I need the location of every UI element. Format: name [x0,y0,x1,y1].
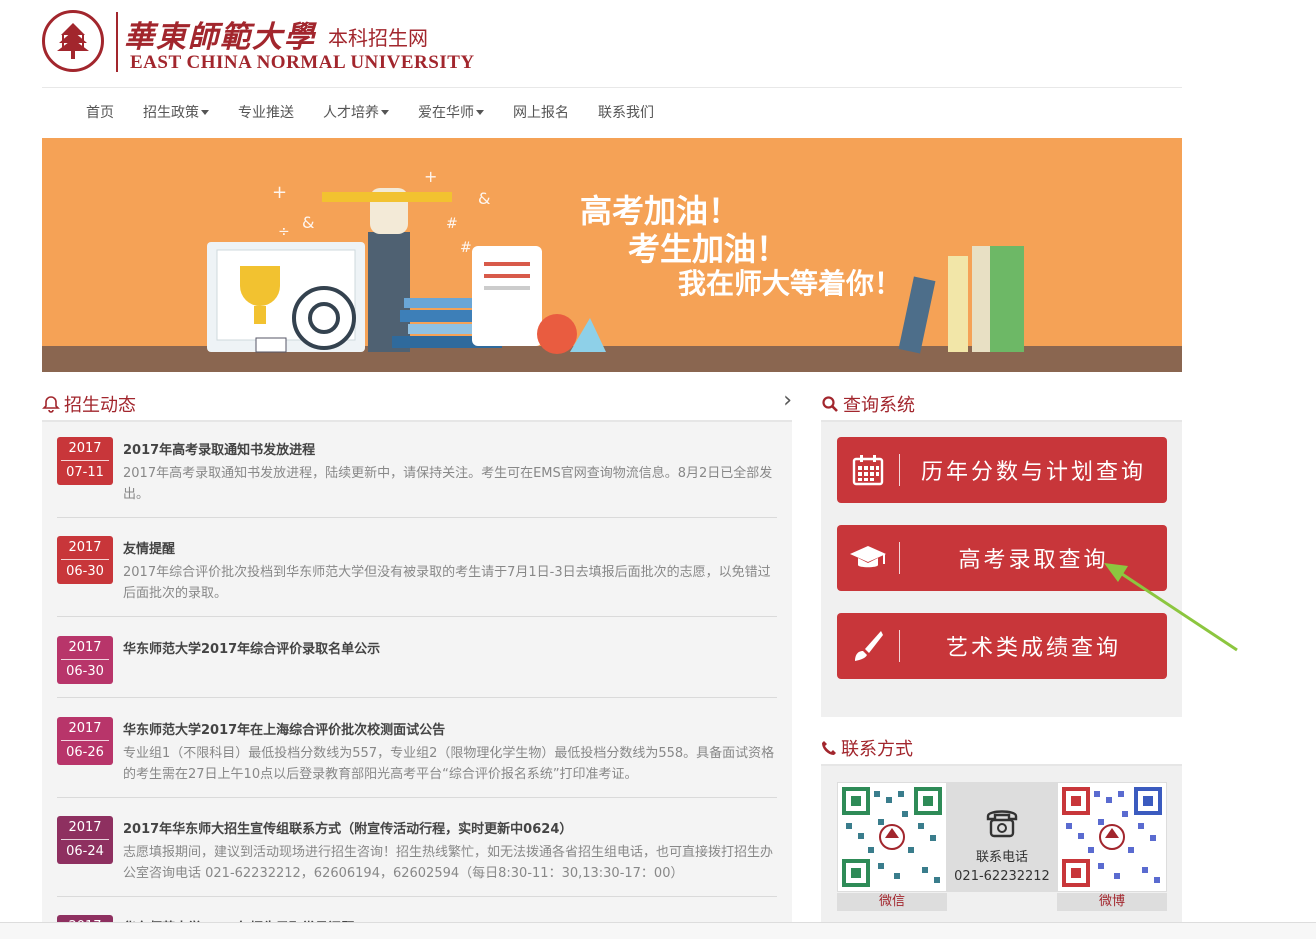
svg-text:#: # [460,240,472,256]
news-item[interactable]: 2017 06-30 友情提醒 2017年综合评价批次投档到华东师范大学但没有被… [57,536,777,617]
date-badge: 2017 06-24 [57,816,113,864]
qr-code-icon [842,787,942,887]
telephone-icon [986,810,1018,838]
contact-panel: 微信 联系电话 021-62232212 微博 [821,766,1182,939]
contact-section-title: 联系方式 [841,739,913,760]
news-item[interactable]: 2017 06-24 2017年华东师大招生宣传组联系方式（附宣传活动行程，实时… [57,816,777,897]
nav-label: 联系我们 [598,105,654,121]
banner-line-3: 我在师大等着你！ [678,267,903,300]
date-year: 2017 [61,437,109,461]
news-title[interactable]: 2017年高考录取通知书发放进程 [123,439,315,458]
news-title[interactable]: 友情提醒 [123,538,175,557]
date-day: 06-26 [66,745,104,760]
caret-down-icon [476,109,484,115]
logo-divider [116,12,118,72]
weibo-label: 微博 [1057,893,1167,911]
caret-down-icon [201,109,209,115]
news-title[interactable]: 华东师范大学2017年综合评价录取名单公示 [123,638,380,657]
news-summary: 2017年综合评价批次投档到华东师范大学但没有被录取的考生请于7月1日-3日去填… [123,565,771,601]
date-day: 06-30 [66,664,104,679]
nav-item-apply[interactable]: 网上报名 [513,102,569,122]
banner-illustration: + & ÷ + # & # [42,167,1182,372]
university-seal-icon[interactable] [42,10,104,72]
news-summary: 专业组1（不限科目）最低投档分数线为557，专业组2（限物理化学生物）最低投档分… [123,746,775,782]
svg-text:#: # [446,216,458,232]
art-score-query-button[interactable]: 艺术类成绩查询 [837,613,1167,679]
date-year: 2017 [61,636,109,660]
news-summary: 2017年高考录取通知书发放进程，陆续更新中，请保持关注。考生可在EMS官网查询… [123,466,773,502]
date-year: 2017 [61,536,109,560]
news-summary: 志愿填报期间，建议到活动现场进行招生咨询！招生热线繁忙，如无法拨通各省招生组电话… [123,845,774,881]
admission-query-button[interactable]: 高考录取查询 [837,525,1167,591]
graduation-cap-icon [837,544,899,572]
bell-icon [42,396,60,413]
nav-label: 专业推送 [238,105,294,121]
news-title[interactable]: 华东师范大学2017年在上海综合评价批次校测面试公告 [123,719,445,738]
query-section-header: 查询系统 [821,388,1182,422]
news-title[interactable]: 2017年华东师大招生宣传组联系方式（附宣传活动行程，实时更新中0624） [123,818,572,837]
logo-english-name[interactable]: EAST CHINA NORMAL UNIVERSITY [130,52,475,74]
search-icon [822,396,838,412]
nav-label: 招生政策 [143,105,199,121]
news-list: 2017 07-11 2017年高考录取通知书发放进程 2017年高考录取通知书… [42,422,792,939]
date-day: 06-24 [66,844,104,859]
main-nav: 首页 招生政策 专业推送 人才培养 爱在华师 网上报名 联系我们 [86,92,683,132]
phone-label: 联系电话 [975,850,1028,865]
chevron-right-icon[interactable]: › [783,388,792,413]
nav-item-campus[interactable]: 爱在华师 [418,102,484,122]
query-panel: 历年分数与计划查询 高考录取查询 艺术类成绩查询 [821,422,1182,717]
score-plan-query-button[interactable]: 历年分数与计划查询 [837,437,1167,503]
wechat-qr-code[interactable] [837,782,947,892]
svg-text:&: & [302,213,314,232]
logo-chinese-name[interactable]: 華東師範大學 [124,12,316,56]
svg-text:+: + [272,182,287,203]
nav-item-majors[interactable]: 专业推送 [238,102,294,122]
nav-label: 人才培养 [323,105,379,121]
logo-subtitle[interactable]: 本科招生网 [328,22,428,51]
date-badge: 2017 06-26 [57,717,113,765]
paintbrush-icon [837,629,899,663]
calendar-icon [837,454,899,486]
news-section-title: 招生动态 [64,395,136,416]
hero-banner[interactable]: + & ÷ + # & # 高考加油！ 考生加油！ 我在师大等着你！ [42,138,1182,372]
date-year: 2017 [61,816,109,840]
date-day: 07-11 [66,465,104,480]
nav-item-policy[interactable]: 招生政策 [143,102,209,122]
date-badge: 2017 06-30 [57,636,113,684]
query-section-title: 查询系统 [843,395,915,416]
site-header: 華東師範大學 本科招生网 EAST CHINA NORMAL UNIVERSIT… [42,0,1182,88]
nav-label: 爱在华师 [418,105,474,121]
news-item[interactable]: 2017 06-26 华东师范大学2017年在上海综合评价批次校测面试公告 专业… [57,717,777,798]
date-day: 06-30 [66,564,104,579]
news-section-header: 招生动态 › [42,388,792,422]
nav-label: 首页 [86,105,114,121]
pine-tree-icon [57,23,89,59]
nav-label: 网上报名 [513,105,569,121]
button-label: 历年分数与计划查询 [920,460,1146,485]
svg-text:&: & [478,189,490,208]
news-item[interactable]: 2017 07-11 2017年高考录取通知书发放进程 2017年高考录取通知书… [57,437,777,518]
contact-section-header: 联系方式 [821,732,1182,766]
phone-contact: 联系电话 021-62232212 [947,782,1057,892]
caret-down-icon [381,109,389,115]
svg-text:+: + [424,167,437,186]
date-badge: 2017 07-11 [57,437,113,485]
button-label: 艺术类成绩查询 [945,636,1121,661]
phone-icon [822,741,836,755]
nav-item-training[interactable]: 人才培养 [323,102,389,122]
svg-text:÷: ÷ [278,224,290,240]
news-item[interactable]: 2017 06-30 华东师范大学2017年综合评价录取名单公示 [57,636,777,698]
date-badge: 2017 06-30 [57,536,113,584]
wechat-label: 微信 [837,893,947,911]
nav-item-home[interactable]: 首页 [86,102,114,122]
weibo-qr-code[interactable] [1057,782,1167,892]
nav-item-contact[interactable]: 联系我们 [598,102,654,122]
page: 華東師範大學 本科招生网 EAST CHINA NORMAL UNIVERSIT… [0,0,1316,939]
button-label: 高考录取查询 [958,548,1109,573]
qr-code-icon [1062,787,1162,887]
phone-number[interactable]: 021-62232212 [947,869,1057,884]
date-year: 2017 [61,717,109,741]
horizontal-scrollbar[interactable] [0,922,1316,939]
